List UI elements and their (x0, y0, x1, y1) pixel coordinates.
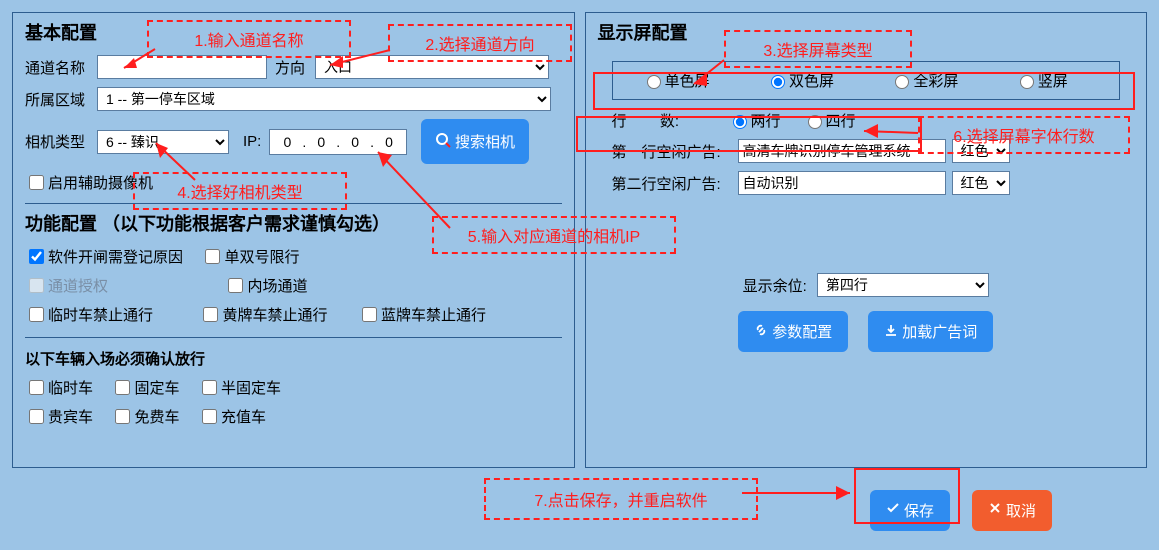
half-veh-checkbox[interactable] (202, 380, 217, 395)
mono-radio[interactable] (647, 75, 661, 89)
temp-veh-checkbox[interactable] (29, 380, 44, 395)
vert-radio[interactable] (1020, 75, 1034, 89)
yellow-forbid-checkbox[interactable] (203, 307, 218, 322)
left-panel: 基本配置 通道名称 方向 入口 所属区域 1 -- 第一停车区域 相机类型 6 … (12, 12, 575, 468)
ad2-color-select[interactable]: 红色 (952, 171, 1010, 195)
free-veh-checkbox[interactable] (115, 409, 130, 424)
close-icon (988, 501, 1002, 519)
search-camera-button[interactable]: 搜索相机 (421, 119, 529, 164)
check-icon (886, 501, 900, 519)
camera-type-label: 相机类型 (25, 131, 97, 152)
param-config-button[interactable]: 参数配置 (738, 311, 848, 352)
fixed-veh-checkbox[interactable] (115, 380, 130, 395)
region-select[interactable]: 1 -- 第一停车区域 (97, 87, 551, 111)
download-icon (884, 323, 898, 341)
dual-radio[interactable] (771, 75, 785, 89)
camera-type-select[interactable]: 6 -- 臻识 (97, 130, 229, 154)
link-icon (754, 323, 768, 341)
color-radio[interactable] (895, 75, 909, 89)
ad1-color-select[interactable]: 红色 (952, 139, 1010, 163)
direction-label: 方向 (275, 57, 315, 78)
ad1-input[interactable] (738, 139, 946, 163)
channel-auth-checkbox (29, 278, 44, 293)
two-rows-radio[interactable] (733, 115, 747, 129)
ad1-label: 第一行空闲广告: (612, 141, 738, 162)
ip-input[interactable]: 0.0.0.0 (269, 129, 407, 155)
channel-name-label: 通道名称 (25, 57, 97, 78)
value-veh-checkbox[interactable] (202, 409, 217, 424)
region-label: 所属区域 (25, 89, 97, 110)
blue-forbid-checkbox[interactable] (362, 307, 377, 322)
vip-veh-checkbox[interactable] (29, 409, 44, 424)
ip-label: IP: (243, 133, 261, 150)
display-config-title: 显示屏配置 (598, 19, 1135, 45)
load-ad-button[interactable]: 加载广告词 (868, 311, 993, 352)
four-rows-radio[interactable] (808, 115, 822, 129)
func-config-title: 功能配置 （以下功能根据客户需求谨慎勾选） (25, 210, 562, 236)
enable-aux-checkbox[interactable] (29, 175, 44, 190)
direction-select[interactable]: 入口 (315, 55, 549, 79)
search-icon (435, 132, 451, 152)
ad2-label: 第二行空闲广告: (612, 173, 738, 194)
odd-even-checkbox[interactable] (205, 249, 220, 264)
confirm-title: 以下车辆入场必须确认放行 (25, 348, 562, 369)
rows-label: 行 数: (612, 110, 728, 131)
inner-channel-checkbox[interactable] (228, 278, 243, 293)
temp-forbid-checkbox[interactable] (29, 307, 44, 322)
basic-config-title: 基本配置 (25, 19, 562, 45)
show-remain-select[interactable]: 第四行 (817, 273, 989, 297)
show-remain-label: 显示余位: (743, 275, 807, 296)
open-need-reg-checkbox[interactable] (29, 249, 44, 264)
channel-name-input[interactable] (97, 55, 267, 79)
save-button[interactable]: 保存 (870, 490, 950, 531)
cancel-button[interactable]: 取消 (972, 490, 1052, 531)
ad2-input[interactable] (738, 171, 946, 195)
right-panel: 显示屏配置 单色屏 双色屏 全彩屏 竖屏 行 数: 两行 四行 第一行空闲广告:… (585, 12, 1148, 468)
